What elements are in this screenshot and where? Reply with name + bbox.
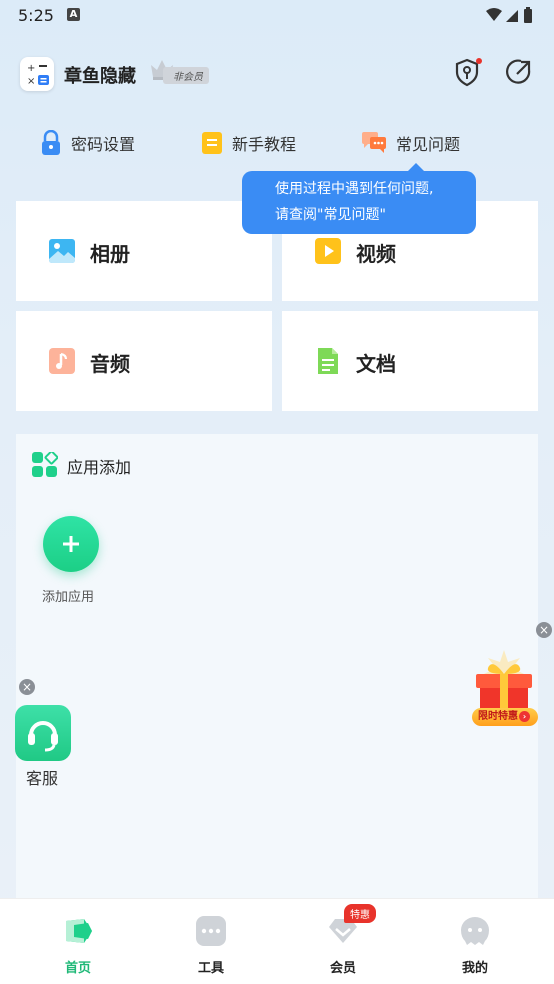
shield-key-icon [455, 58, 482, 87]
quick-label: 新手教程 [232, 135, 297, 154]
tools-icon [196, 916, 226, 946]
card-label: 视频 [356, 242, 396, 266]
signal-icon [506, 10, 518, 22]
svg-text:×: × [27, 76, 35, 87]
tab-profile[interactable]: 我的 [435, 899, 515, 984]
apps-panel: 应用添加 添加应用 [16, 434, 538, 904]
tab-label: 首页 [64, 961, 91, 976]
quick-password-settings[interactable]: 密码设置 [39, 128, 135, 158]
member-badge[interactable]: 非会员 [149, 57, 209, 84]
status-time: 5:25 [18, 6, 54, 25]
share-arrow-icon [506, 59, 531, 84]
tab-label: 工具 [197, 961, 224, 976]
faq-tooltip[interactable]: 使用过程中遇到任何问题, 请查阅"常见问题" [242, 163, 476, 234]
member-tag: 非会员 [163, 67, 209, 84]
shield-key-button[interactable] [452, 57, 482, 87]
quick-faq[interactable]: 常见问题 [360, 128, 460, 158]
notification-a-icon: A [67, 8, 80, 21]
lock-icon [42, 130, 60, 155]
notebook-icon [202, 132, 222, 154]
home-icon [66, 919, 92, 943]
close-icon: × [538, 623, 550, 637]
app-title: 章鱼隐藏 [64, 66, 136, 87]
tooltip-line2: 请查阅"常见问题" [275, 207, 386, 223]
customer-service-button[interactable] [15, 705, 71, 761]
app-logo: + × [20, 57, 54, 91]
headset-icon [28, 721, 58, 752]
profile-icon [461, 917, 489, 945]
plus-icon [63, 536, 79, 552]
share-button[interactable] [504, 57, 534, 87]
card-audio[interactable]: 音频 [16, 311, 272, 411]
music-note-icon [49, 348, 75, 374]
card-document[interactable]: 文档 [282, 311, 538, 411]
chat-bubbles-icon [362, 132, 386, 153]
document-icon [318, 348, 338, 374]
promo-text: 限时特惠 [478, 711, 518, 722]
wifi-icon [486, 8, 502, 21]
card-label: 音频 [90, 352, 130, 376]
close-promo-button[interactable]: × [536, 622, 552, 638]
add-app-label: 添加应用 [42, 590, 95, 605]
quick-label: 常见问题 [396, 135, 461, 154]
close-icon: × [21, 680, 33, 694]
quick-label: 密码设置 [71, 135, 136, 154]
card-album[interactable]: 相册 [16, 201, 272, 301]
svg-text:+: + [27, 63, 35, 74]
card-label: 相册 [90, 242, 130, 266]
apps-title: 应用添加 [67, 458, 132, 477]
apps-grid-icon [32, 452, 58, 477]
status-bar: 5:25 A [0, 0, 554, 32]
quick-tutorial[interactable]: 新手教程 [200, 128, 296, 158]
video-play-icon [315, 238, 341, 264]
add-app-button[interactable] [43, 516, 99, 572]
photo-icon [49, 239, 75, 263]
tab-label: 我的 [461, 961, 488, 976]
bottom-tab-bar: 首页 工具 会员 我的 [0, 898, 554, 984]
tab-label: 会员 [329, 961, 356, 976]
tab-home[interactable]: 首页 [38, 899, 118, 984]
tooltip-line1: 使用过程中遇到任何问题, [275, 181, 434, 197]
membership-badge: 特惠 [344, 904, 376, 923]
arrow-right-icon: › [519, 710, 530, 722]
battery-icon [524, 9, 532, 23]
tab-tools[interactable]: 工具 [171, 899, 251, 984]
close-customer-service-button[interactable]: × [19, 679, 35, 695]
promo-label[interactable]: 限时特惠 › [472, 708, 538, 726]
customer-service-label: 客服 [26, 769, 59, 788]
status-icons [484, 6, 540, 30]
card-label: 文档 [356, 352, 396, 376]
